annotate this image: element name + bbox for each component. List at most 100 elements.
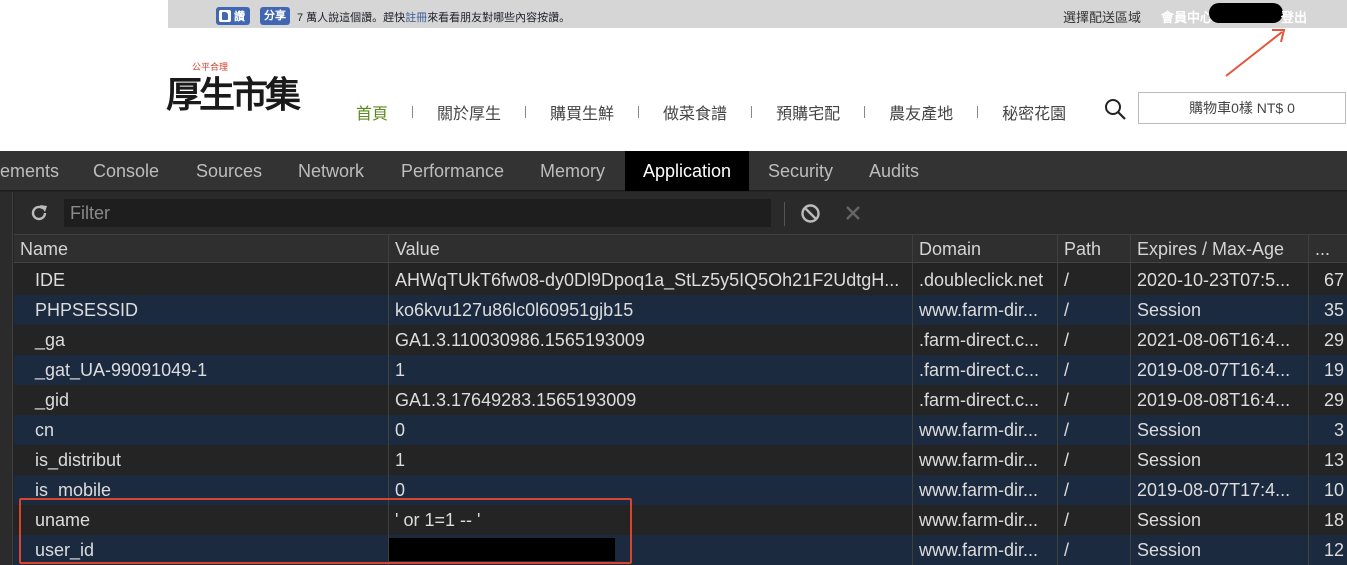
cell-domain: www.farm-dir... bbox=[919, 540, 1039, 560]
nav-divider bbox=[525, 106, 527, 118]
sidebar-edge bbox=[0, 192, 13, 565]
tab-application[interactable]: Application bbox=[625, 151, 750, 191]
cell-value: AHWqTUkT6fw08-dy0Dl9Dpoq1a_StLz5y5IQ5Oh2… bbox=[395, 270, 900, 290]
column-divider[interactable] bbox=[912, 235, 913, 565]
cell-domain: www.farm-dir... bbox=[919, 420, 1039, 440]
tab-memory[interactable]: Memory bbox=[540, 151, 605, 191]
facebook-share-button[interactable]: 分享 bbox=[260, 7, 290, 25]
cell-expires: Session bbox=[1137, 300, 1202, 320]
delete-selected-icon[interactable] bbox=[844, 204, 862, 222]
nav-divider bbox=[977, 106, 979, 118]
like-text-pre: 7 萬人說這個讚。趕快 bbox=[297, 12, 406, 24]
cell-path: / bbox=[1064, 360, 1070, 380]
tab-console[interactable]: Console bbox=[93, 151, 159, 191]
cell-domain: www.farm-dir... bbox=[919, 510, 1039, 530]
cell-value: ko6kvu127u86lc0l60951gjb15 bbox=[395, 300, 634, 320]
cell-path: / bbox=[1064, 270, 1070, 290]
cell-expires: 2019-08-08T16:4... bbox=[1137, 390, 1291, 410]
cell-size: 18 bbox=[1323, 510, 1344, 530]
cell-domain: .doubleclick.net bbox=[919, 270, 1044, 290]
table-row[interactable]: PHPSESSID ko6kvu127u86lc0l60951gjb15 www… bbox=[14, 295, 1347, 325]
cell-path: / bbox=[1064, 330, 1070, 350]
table-row[interactable]: _gid GA1.3.17649283.1565193009 .farm-dir… bbox=[14, 385, 1347, 415]
cell-path: / bbox=[1064, 390, 1070, 410]
column-header-name[interactable]: Name bbox=[14, 235, 388, 263]
table-row[interactable]: _gat_UA-99091049-1 1 .farm-direct.c... /… bbox=[14, 355, 1347, 385]
tab-sources[interactable]: Sources bbox=[196, 151, 262, 191]
cell-name: IDE bbox=[35, 270, 66, 290]
member-center-link[interactable]: 會員中心 bbox=[1161, 7, 1213, 26]
nav-item-preorder[interactable]: 預購宅配 bbox=[776, 100, 840, 124]
cookies-toolbar bbox=[14, 192, 1347, 235]
facebook-like-button[interactable]: 讚 bbox=[216, 7, 250, 25]
cell-name: _gid bbox=[35, 390, 70, 410]
like-count-text: 7 萬人說這個讚。趕快註冊來看看朋友對哪些內容按讚。 bbox=[297, 9, 570, 25]
column-divider[interactable] bbox=[1130, 235, 1131, 565]
table-row[interactable]: _ga GA1.3.110030986.1565193009 .farm-dir… bbox=[14, 325, 1347, 355]
cell-expires: Session bbox=[1137, 420, 1202, 440]
table-row[interactable]: is_distribut 1 www.farm-dir... / Session… bbox=[14, 445, 1347, 475]
cell-name: PHPSESSID bbox=[35, 300, 139, 320]
annotation-arrow bbox=[1225, 29, 1286, 77]
cell-expires: 2019-08-07T17:4... bbox=[1137, 480, 1291, 500]
cell-domain: .farm-direct.c... bbox=[919, 330, 1040, 350]
cell-name: cn bbox=[35, 420, 55, 440]
table-row[interactable]: IDE AHWqTUkT6fw08-dy0Dl9Dpoq1a_StLz5y5IQ… bbox=[14, 265, 1347, 295]
tab-elements[interactable]: ements bbox=[0, 151, 59, 191]
thumbs-up-icon bbox=[219, 10, 231, 22]
cell-domain: www.farm-dir... bbox=[919, 480, 1039, 500]
cell-expires: Session bbox=[1137, 510, 1202, 530]
refresh-icon[interactable] bbox=[29, 203, 49, 223]
nav-item-farms[interactable]: 農友產地 bbox=[889, 100, 953, 124]
cell-name: _gat_UA-99091049-1 bbox=[35, 360, 208, 380]
register-link[interactable]: 註冊 bbox=[405, 12, 427, 24]
logo-text: 厚生市集 bbox=[166, 74, 301, 116]
website-header: 讚 分享 7 萬人說這個讚。趕快註冊來看看朋友對哪些內容按讚。 選擇配送區域 會… bbox=[0, 0, 1347, 151]
cell-size: 13 bbox=[1323, 450, 1344, 470]
nav-item-secret-garden[interactable]: 秘密花園 bbox=[1002, 100, 1066, 124]
cell-size: 3 bbox=[1333, 420, 1344, 440]
site-logo[interactable]: 公平合理 厚生市集 bbox=[166, 62, 314, 124]
redacted-username bbox=[1209, 3, 1283, 23]
column-header-size[interactable]: ... bbox=[1309, 235, 1347, 263]
column-header-path[interactable]: Path bbox=[1058, 235, 1130, 263]
tab-network[interactable]: Network bbox=[298, 151, 364, 191]
top-bar: 讚 分享 7 萬人說這個讚。趕快註冊來看看朋友對哪些內容按讚。 選擇配送區域 會… bbox=[168, 0, 1347, 28]
like-text-post: 來看看朋友對哪些內容按讚。 bbox=[427, 12, 571, 24]
cell-domain: .farm-direct.c... bbox=[919, 360, 1040, 380]
annotation-highlight-box bbox=[19, 498, 632, 564]
search-icon[interactable] bbox=[1104, 98, 1126, 120]
screenshot-root: 讚 分享 7 萬人說這個讚。趕快註冊來看看朋友對哪些內容按讚。 選擇配送區域 會… bbox=[0, 0, 1347, 565]
cell-path: / bbox=[1064, 510, 1070, 530]
cell-value: 1 bbox=[395, 360, 406, 380]
nav-item-recipes[interactable]: 做菜食譜 bbox=[663, 100, 727, 124]
shopping-cart-button[interactable]: 購物車0樣 NT$ 0 bbox=[1138, 92, 1346, 124]
column-divider[interactable] bbox=[1308, 235, 1309, 565]
select-delivery-area-link[interactable]: 選擇配送區域 bbox=[1063, 7, 1141, 26]
nav-item-buy-fresh[interactable]: 購買生鮮 bbox=[550, 100, 614, 124]
filter-input[interactable] bbox=[64, 199, 771, 227]
cell-expires: 2019-08-07T16:4... bbox=[1137, 360, 1291, 380]
nav-item-about[interactable]: 關於厚生 bbox=[437, 100, 501, 124]
tab-performance[interactable]: Performance bbox=[401, 151, 504, 191]
nav-divider bbox=[412, 106, 414, 118]
column-header-value[interactable]: Value bbox=[389, 235, 912, 263]
tab-audits[interactable]: Audits bbox=[869, 151, 919, 191]
column-header-domain[interactable]: Domain bbox=[913, 235, 1057, 263]
devtools-tab-bar: ements Console Sources Network Performan… bbox=[0, 151, 1347, 191]
cell-size: 29 bbox=[1323, 330, 1344, 350]
clear-all-icon[interactable] bbox=[800, 203, 821, 224]
cell-size: 35 bbox=[1323, 300, 1344, 320]
nav-item-home[interactable]: 首頁 bbox=[356, 100, 388, 124]
column-divider[interactable] bbox=[1057, 235, 1058, 565]
tab-security[interactable]: Security bbox=[768, 151, 833, 191]
cell-path: / bbox=[1064, 480, 1070, 500]
cell-size: 12 bbox=[1323, 540, 1344, 560]
cell-size: 67 bbox=[1323, 270, 1344, 290]
cell-name: _ga bbox=[35, 330, 66, 350]
column-header-expires[interactable]: Expires / Max-Age bbox=[1131, 235, 1308, 263]
cell-value: 1 bbox=[395, 450, 406, 470]
table-row[interactable]: cn 0 www.farm-dir... / Session 3 bbox=[14, 415, 1347, 445]
table-header: Name Value Domain Path Expires / Max-Age… bbox=[14, 235, 1347, 263]
cell-path: / bbox=[1064, 420, 1070, 440]
